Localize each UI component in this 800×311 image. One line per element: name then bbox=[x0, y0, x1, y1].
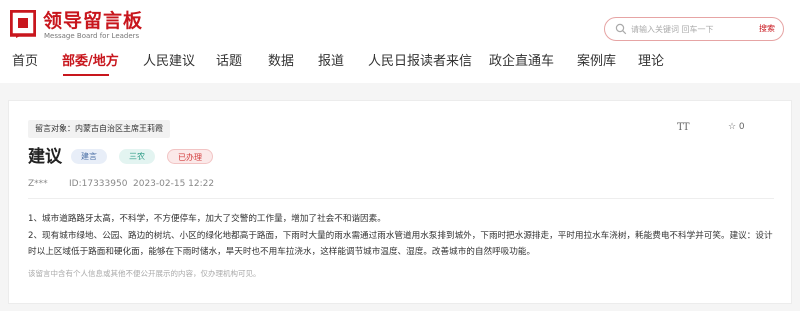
search-input[interactable] bbox=[631, 21, 749, 37]
divider bbox=[28, 198, 774, 199]
nav-item-reader-letters[interactable]: 人民日报读者来信 bbox=[368, 52, 472, 72]
favorite-star-button[interactable]: ☆ 0 bbox=[728, 122, 745, 132]
logo-subtitle: Message Board for Leaders bbox=[44, 32, 140, 40]
search-icon bbox=[615, 23, 627, 35]
message-id: ID:17333950 bbox=[69, 179, 128, 189]
logo-title: 领导留言板 bbox=[43, 10, 144, 32]
field-badge: 三农 bbox=[119, 149, 155, 164]
header: 领导留言板 Message Board for Leaders 搜索 首页 部委… bbox=[0, 0, 800, 83]
message-target: 留言对象：内蒙古自治区主席王莉霞 bbox=[28, 120, 170, 138]
search-box: 搜索 bbox=[604, 17, 784, 41]
nav-item-data[interactable]: 数据 bbox=[268, 52, 294, 72]
status-badge: 已办理 bbox=[167, 149, 213, 164]
nav-item-people-suggestions[interactable]: 人民建议 bbox=[143, 52, 195, 72]
privacy-disclaimer: 该留言中含有个人信息或其他不便公开展示的内容，仅办理机构可见。 bbox=[28, 269, 261, 278]
nav-item-topics[interactable]: 话题 bbox=[216, 52, 242, 72]
message-title: 建议 bbox=[28, 147, 62, 167]
nav-item-theory[interactable]: 理论 bbox=[638, 52, 664, 72]
message-card: 留言对象：内蒙古自治区主席王莉霞 TT ☆ 0 建议 建言 三农 已办理 Z**… bbox=[8, 100, 792, 304]
content-paragraph: 2、现有城市绿地、公园、路边的树坑、小区的绿化地都高于路面，下雨时大量的雨水需通… bbox=[28, 230, 773, 258]
nav-item-case-library[interactable]: 案例库 bbox=[577, 52, 616, 72]
logo-mark-icon bbox=[10, 10, 36, 38]
nav-item-home[interactable]: 首页 bbox=[12, 52, 38, 72]
message-time: 2023-02-15 12:22 bbox=[133, 179, 215, 189]
nav-item-ministries[interactable]: 部委/地方 bbox=[62, 52, 119, 72]
site-logo[interactable]: 领导留言板 Message Board for Leaders bbox=[10, 10, 150, 40]
type-badge: 建言 bbox=[71, 149, 107, 164]
nav-active-indicator bbox=[63, 74, 109, 76]
font-size-icon[interactable]: TT bbox=[677, 122, 689, 133]
search-button[interactable]: 搜索 bbox=[759, 22, 775, 36]
message-content: 1、城市道路路牙太高，不科学，不方便停车，加大了交警的工作量，增加了社会不和谐因… bbox=[28, 211, 774, 261]
nav-item-enterprise-express[interactable]: 政企直通车 bbox=[489, 52, 554, 72]
content-paragraph: 1、城市道路路牙太高，不科学，不方便停车，加大了交警的工作量，增加了社会不和谐因… bbox=[28, 214, 386, 224]
main-nav: 首页 部委/地方 人民建议 话题 数据 报道 人民日报读者来信 政企直通车 案例… bbox=[0, 52, 800, 76]
author-name: Z*** bbox=[28, 179, 48, 189]
nav-item-reports[interactable]: 报道 bbox=[318, 52, 344, 72]
